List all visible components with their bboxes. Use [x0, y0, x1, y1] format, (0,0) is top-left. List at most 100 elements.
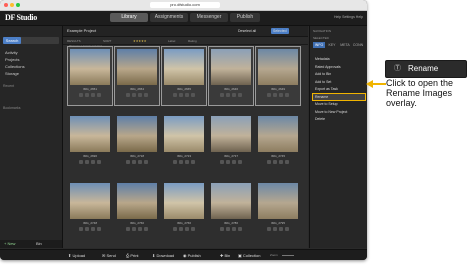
thumbnail-action-icon[interactable] — [173, 160, 177, 164]
print-button[interactable]: ⎙ Print — [126, 252, 139, 259]
thumbnail-action-icon[interactable] — [138, 227, 142, 231]
menu-item-add-to-set[interactable]: Add to Set — [313, 79, 365, 85]
thumbnail-cell[interactable]: IMG_2766 — [162, 181, 206, 239]
thumbnail-action-icon[interactable] — [267, 160, 271, 164]
thumbnail-action-icon[interactable] — [173, 93, 177, 97]
thumbnail-action-icon[interactable] — [179, 93, 183, 97]
maximize-dot[interactable] — [16, 3, 20, 7]
thumbnail-action-icon[interactable] — [79, 93, 83, 97]
thumbnail-action-icon[interactable] — [85, 93, 89, 97]
thumbnail-action-icon[interactable] — [191, 160, 195, 164]
menu-item-move-to-new-project[interactable]: Move to New Project — [313, 109, 365, 115]
thumbnail-cell[interactable]: IMG_2723 — [162, 114, 206, 172]
thumbnail-action-icon[interactable] — [226, 227, 230, 231]
thumbnail-action-icon[interactable] — [220, 227, 224, 231]
thumbnail-action-icon[interactable] — [279, 160, 283, 164]
thumbnail-cell[interactable]: IMG_2786 — [209, 181, 253, 239]
address-bar[interactable]: pro.dfstudio.com — [150, 2, 220, 8]
thumbnail-action-icon[interactable] — [285, 160, 289, 164]
menu-item-move-to-setup[interactable]: Move to Setup — [313, 101, 365, 107]
thumbnail-cell[interactable]: IMG_2760 — [115, 181, 159, 239]
photo-thumbnail[interactable] — [117, 116, 157, 152]
thumbnail-action-icon[interactable] — [232, 227, 236, 231]
thumbnail-action-icon[interactable] — [85, 160, 89, 164]
thumbnail-action-icon[interactable] — [226, 93, 230, 97]
tab-key[interactable]: KEY — [326, 42, 338, 48]
thumbnail-action-icon[interactable] — [191, 93, 195, 97]
photo-thumbnail[interactable] — [70, 49, 110, 85]
thumbnail-action-icon[interactable] — [185, 160, 189, 164]
bin-action-button[interactable]: ✚ Bin — [220, 252, 230, 259]
collection-button[interactable]: ▣ Collection — [238, 252, 260, 259]
header-links[interactable]: Help Settings Help — [334, 15, 363, 19]
photo-thumbnail[interactable] — [258, 183, 298, 219]
thumbnail-action-icon[interactable] — [144, 227, 148, 231]
thumbnail-action-icon[interactable] — [138, 160, 142, 164]
rating-stars[interactable]: ★★★★★ — [133, 39, 146, 43]
thumbnail-action-icon[interactable] — [173, 227, 177, 231]
thumbnail-action-icon[interactable] — [91, 93, 95, 97]
thumbnail-action-icon[interactable] — [238, 160, 242, 164]
photo-thumbnail[interactable] — [117, 49, 157, 85]
photo-thumbnail[interactable] — [258, 116, 298, 152]
section-bookmarks[interactable]: Bookmarks — [3, 106, 21, 110]
thumbnail-action-icon[interactable] — [144, 93, 148, 97]
photo-thumbnail[interactable] — [70, 116, 110, 152]
menu-item-export-as-task[interactable]: Export as Task — [313, 86, 365, 92]
deselect-button[interactable]: Deselect all — [238, 26, 256, 36]
thumbnail-action-icon[interactable] — [126, 93, 130, 97]
search-button[interactable]: Search — [3, 37, 21, 44]
thumbnail-action-icon[interactable] — [91, 227, 95, 231]
thumbnail-cell[interactable]: IMG_2646 — [208, 46, 254, 106]
thumbnail-action-icon[interactable] — [179, 160, 183, 164]
sidebar-item-projects[interactable]: Projects — [5, 57, 19, 62]
thumbnail-action-icon[interactable] — [97, 93, 101, 97]
menu-item-add-to-bin[interactable]: Add to Bin — [313, 71, 365, 77]
photo-thumbnail[interactable] — [164, 49, 204, 85]
thumbnail-action-icon[interactable] — [126, 227, 130, 231]
thumbnail-action-icon[interactable] — [144, 160, 148, 164]
thumbnail-action-icon[interactable] — [97, 160, 101, 164]
selected-button[interactable]: Selected — [271, 28, 289, 34]
label-filter[interactable]: Label — [168, 39, 175, 43]
thumbnail-action-icon[interactable] — [220, 93, 224, 97]
photo-thumbnail[interactable] — [211, 183, 251, 219]
thumbnail-action-icon[interactable] — [238, 93, 242, 97]
sidebar-item-collections[interactable]: Collections — [5, 64, 25, 69]
menu-item-rated-approvals[interactable]: Rated Approvals — [313, 64, 365, 70]
thumbnail-action-icon[interactable] — [285, 93, 289, 97]
tab-assignments[interactable]: Assignments — [150, 13, 188, 22]
minimize-dot[interactable] — [10, 3, 14, 7]
thumbnail-action-icon[interactable] — [132, 227, 136, 231]
thumbnail-action-icon[interactable] — [97, 227, 101, 231]
photo-thumbnail[interactable] — [258, 49, 298, 85]
sidebar-item-storage[interactable]: Storage — [5, 71, 19, 76]
photo-thumbnail[interactable] — [117, 183, 157, 219]
sidebar-item-activity[interactable]: Activity — [5, 50, 18, 55]
menu-item-metadata[interactable]: Metadata — [313, 56, 365, 62]
tab-messenger[interactable]: Messenger — [190, 13, 228, 22]
thumbnail-action-icon[interactable] — [91, 160, 95, 164]
thumbnail-cell[interactable]: IMG_2696 — [68, 114, 112, 172]
thumbnail-action-icon[interactable] — [232, 160, 236, 164]
photo-thumbnail[interactable] — [164, 116, 204, 152]
thumbnail-action-icon[interactable] — [267, 227, 271, 231]
thumbnail-action-icon[interactable] — [185, 93, 189, 97]
download-button[interactable]: ⬇ Download — [152, 252, 174, 259]
photo-thumbnail[interactable] — [211, 116, 251, 152]
thumbnail-action-icon[interactable] — [273, 160, 277, 164]
thumbnail-action-icon[interactable] — [273, 227, 277, 231]
thumbnail-action-icon[interactable] — [132, 93, 136, 97]
thumbnail-cell[interactable]: IMG_2649 — [255, 46, 301, 106]
thumbnail-action-icon[interactable] — [85, 227, 89, 231]
thumbnail-action-icon[interactable] — [79, 160, 83, 164]
tab-meta[interactable]: META — [339, 42, 351, 48]
thumbnail-action-icon[interactable] — [132, 160, 136, 164]
thumbnail-action-icon[interactable] — [179, 227, 183, 231]
publish-button[interactable]: ◉ Publish — [183, 252, 201, 259]
thumbnail-cell[interactable]: IMG_2651 — [67, 46, 113, 106]
thumbnail-action-icon[interactable] — [273, 93, 277, 97]
menu-item-rename[interactable]: Rename — [312, 92, 366, 101]
thumbnail-action-icon[interactable] — [220, 160, 224, 164]
zoom-slider[interactable] — [282, 255, 294, 256]
